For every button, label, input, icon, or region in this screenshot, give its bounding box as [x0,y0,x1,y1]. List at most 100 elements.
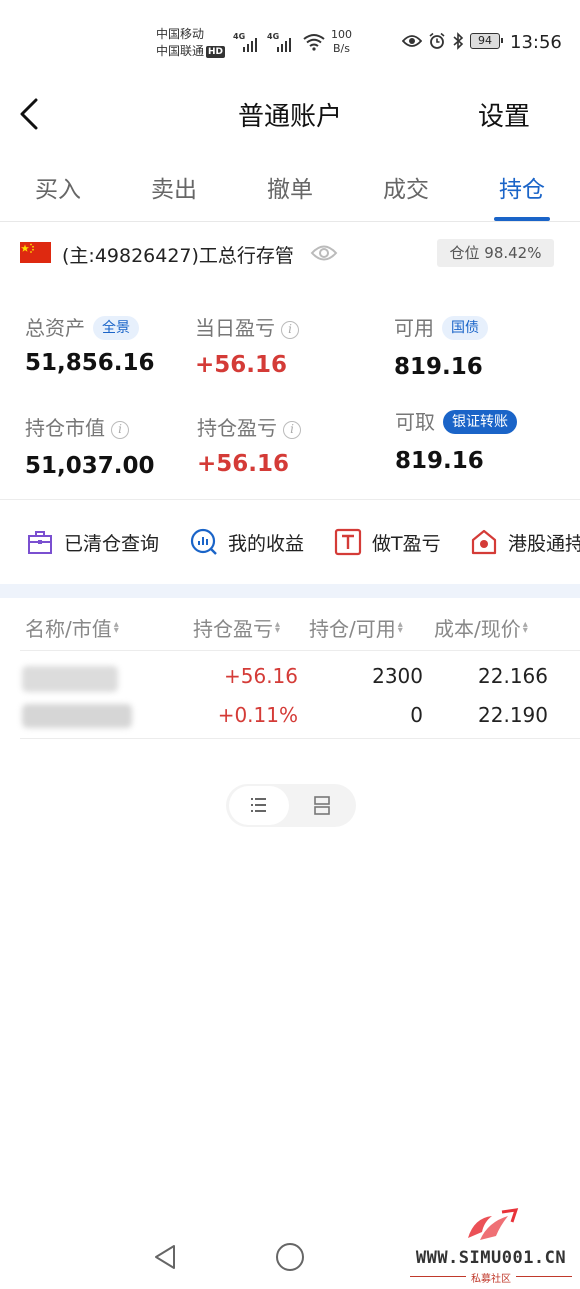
bluetooth-icon [453,32,464,50]
hk-house-icon [471,529,497,555]
col-cost-price-label: 成本/现价 [434,617,521,641]
watermark: WWW.SIMU001.CN 私募社区 [402,1208,580,1286]
eye-comfort-icon [402,35,422,47]
info-icon[interactable]: i [283,421,301,439]
tab-sell[interactable]: 卖出 [134,170,214,204]
t-box-icon [334,528,362,556]
eye-icon[interactable] [310,244,338,262]
divider [20,650,580,651]
panorama-tag[interactable]: 全景 [93,316,139,340]
t-trade-pl-label: 做T盈亏 [372,532,441,555]
withdrawable-label: 可取 银证转账 [395,406,517,435]
tab-deals[interactable]: 成交 [366,170,446,204]
divider [20,738,580,739]
table-row[interactable]: +56.16 +0.11% 2300 0 22.166 22.190 [0,652,580,738]
wifi-icon [303,34,325,51]
col-position-available[interactable]: 持仓/可用 ▴ ▾ [309,613,406,642]
row-price: 22.190 [478,703,548,727]
info-icon[interactable]: i [281,321,299,339]
available-value: 819.16 [394,354,483,380]
daily-pl-value: +56.16 [195,352,288,378]
settings-button[interactable]: 设置 [478,96,530,133]
hk-connect-label: 港股通持 [508,532,580,555]
sort-icon: ▴ ▾ [275,619,281,636]
available-label: 可用 国债 [394,312,488,341]
carrier-info: 中国移动 中国联通 HD [156,26,226,60]
carrier-1: 中国移动 [156,27,205,41]
col-name-value-label: 名称/市值 [25,617,112,641]
position-pl-value: +56.16 [197,451,290,477]
watermark-url: WWW.SIMU001.CN [415,1248,567,1268]
carrier-2: 中国联通 [156,44,205,58]
col-position-available-label: 持仓/可用 [309,617,396,641]
positions-table-header: 名称/市值 ▴ ▾ 持仓盈亏 ▴ ▾ 持仓/可用 ▴ ▾ 成本/现价 ▴ ▾ [0,610,580,646]
trade-tabs: 买入 卖出 撤单 成交 持仓 [0,160,580,222]
tab-cancel[interactable]: 撤单 [250,170,330,204]
watermark-line-right [516,1276,572,1277]
row-position-pl: +56.16 [223,664,298,688]
blurred-market-value [22,704,132,728]
col-position-pl[interactable]: 持仓盈亏 ▴ ▾ [193,613,283,642]
china-flag-icon [20,242,51,263]
my-earnings-button[interactable]: 我的收益 [190,528,304,556]
battery-icon: 94 [470,33,503,49]
market-value-text: 持仓市值 [25,416,105,440]
account-row[interactable]: (主:49826427)工总行存管 仓位 98.42% [0,236,580,276]
watermark-subtitle: 私募社区 [471,1274,511,1285]
tab-positions[interactable]: 持仓 [482,170,562,204]
signal-icon: 4G [233,32,263,54]
market-value-label: 持仓市值 i [25,412,129,441]
list-view-button[interactable] [229,786,289,825]
daily-pl-label: 当日盈亏 i [195,312,299,341]
nav-home-button[interactable] [276,1243,304,1271]
total-assets-value: 51,856.16 [25,350,155,376]
net-speed-unit: B/s [333,42,350,55]
hk-connect-button[interactable]: 港股通持 [470,528,580,556]
list-icon [251,798,266,812]
row-position-pl-pct: +0.11% [217,703,298,727]
info-icon[interactable]: i [111,421,129,439]
col-name-value[interactable]: 名称/市值 ▴ ▾ [25,613,122,642]
signal-icon-2: 4G [267,32,297,54]
position-pl-text: 持仓盈亏 [197,416,277,440]
view-toggle [226,784,356,827]
chart-search-icon [190,528,217,555]
briefcase-icon [28,531,52,554]
divider [0,499,580,500]
bank-transfer-button[interactable]: 银证转账 [443,410,517,434]
treasury-tag[interactable]: 国债 [442,316,488,340]
my-earnings-label: 我的收益 [228,532,305,555]
sort-icon: ▴ ▾ [522,619,528,636]
account-name: (主:49826427)工总行存管 [62,245,294,267]
app-header: 普通账户 设置 [0,86,580,146]
alarm-icon [429,32,445,49]
asset-summary: 总资产 全景 51,856.16 当日盈亏 i +56.16 可用 国债 819.16… [0,296,580,496]
clock: 13:56 [510,32,562,53]
active-tab-indicator [494,217,550,221]
total-assets-text: 总资产 [25,316,85,340]
col-position-pl-label: 持仓盈亏 [193,617,273,641]
market-value: 51,037.00 [25,453,155,479]
card-view-button[interactable] [292,786,352,825]
net-speed: 100 B/s [331,28,352,56]
position-ratio-badge: 仓位 98.42% [437,239,554,267]
sort-icon: ▴ ▾ [397,619,403,636]
quick-actions: 已清仓查询 我的收益 做T盈亏 港股通持 [0,518,580,568]
tab-buy[interactable]: 买入 [18,170,98,204]
cleared-positions-button[interactable]: 已清仓查询 [26,528,159,556]
t-trade-pl-button[interactable]: 做T盈亏 [334,528,441,556]
row-available: 0 [410,703,423,727]
nav-back-button[interactable] [152,1243,178,1271]
section-separator [0,584,580,598]
net-speed-value: 100 [331,28,352,41]
status-bar: 中国移动 中国联通 HD 4G 4G 100 B/s 94 13:56 [0,0,580,86]
available-text: 可用 [394,316,434,340]
withdrawable-value: 819.16 [395,448,484,474]
row-position: 2300 [372,664,423,688]
watermark-logo-icon [468,1208,519,1240]
blurred-stock-name [22,666,118,692]
col-cost-price[interactable]: 成本/现价 ▴ ▾ [434,613,531,642]
withdrawable-text: 可取 [395,410,435,434]
position-pl-label: 持仓盈亏 i [197,412,301,441]
total-assets-label: 总资产 全景 [25,312,139,341]
